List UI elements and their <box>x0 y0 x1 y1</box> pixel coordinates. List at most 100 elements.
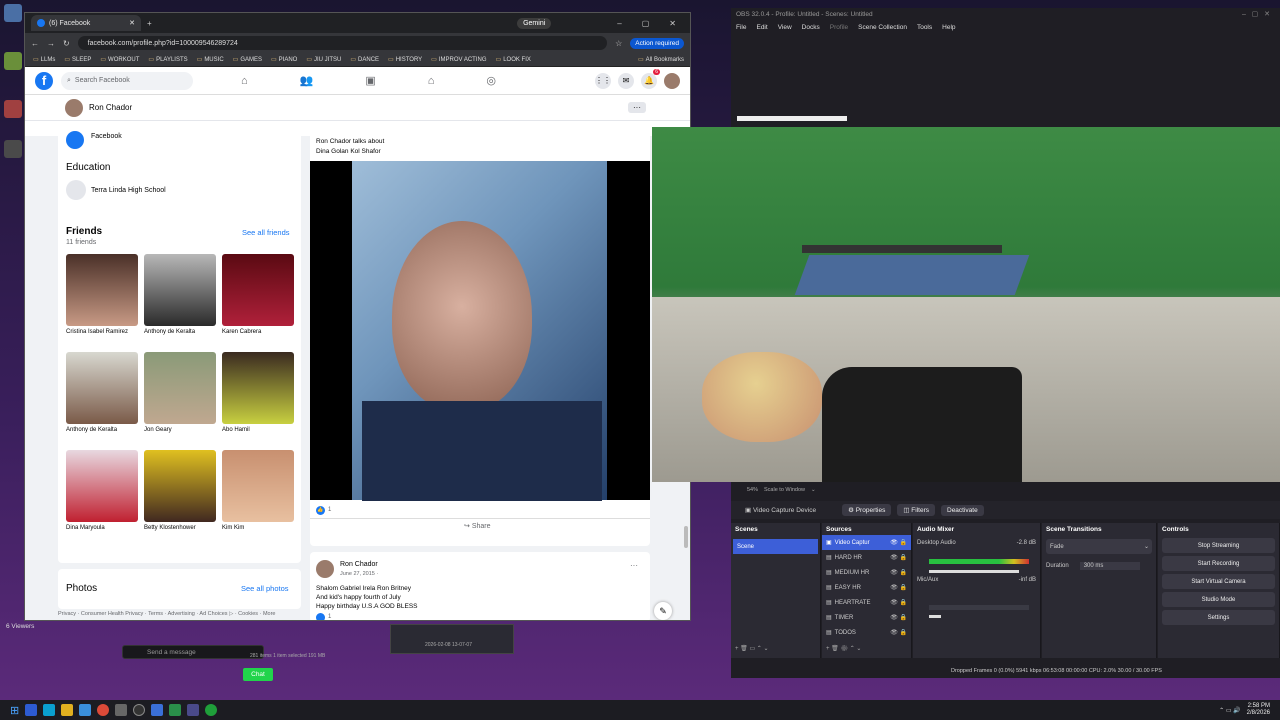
marketplace-icon[interactable]: ⌂ <box>428 75 435 87</box>
transition-select[interactable]: Fade ⌄ <box>1046 539 1152 554</box>
menu-grid-icon[interactable]: ⋮⋮ <box>595 72 611 89</box>
all-bookmarks[interactable]: All Bookmarks <box>638 56 684 63</box>
source-item[interactable]: ▤ TODOS 👁 🔒 <box>822 625 911 640</box>
taskbar-app-icon[interactable] <box>79 704 92 716</box>
bookmark[interactable]: JIU JITSU <box>306 56 341 63</box>
start-recording-button[interactable]: Start Recording <box>1162 556 1275 571</box>
scene-toolbar[interactable]: + 🗑 ▭ ⌃ ⌄ <box>731 641 769 656</box>
volume-slider[interactable] <box>929 570 1019 573</box>
settings-button[interactable]: Settings <box>1162 610 1275 625</box>
home-icon[interactable]: ⌂ <box>241 75 248 87</box>
source-item[interactable]: ▣ Video Captur 👁 🔒 <box>822 535 911 550</box>
friend-photo[interactable] <box>144 352 216 424</box>
duration-input[interactable]: 300 ms <box>1079 561 1140 570</box>
edge-icon[interactable] <box>43 704 56 716</box>
gemini-button[interactable]: Gemini <box>517 17 552 29</box>
friend-name[interactable]: Jon Geary <box>144 427 218 433</box>
tray-icons[interactable]: ⌃ ▭ 🔊 <box>1219 707 1241 714</box>
start-menu-icon[interactable]: ⊞ <box>10 704 19 717</box>
post-date[interactable]: June 27, 2015 · <box>340 571 378 577</box>
like-count[interactable]: 1 <box>328 507 331 513</box>
friend-name[interactable]: Dina Maryoula <box>66 525 140 531</box>
friend-photo[interactable] <box>66 254 138 326</box>
star-icon[interactable]: ☆ <box>615 39 622 48</box>
footer-links[interactable]: Privacy · Consumer Health Privacy · Term… <box>58 611 301 617</box>
stop-streaming-button[interactable]: Stop Streaming <box>1162 538 1275 553</box>
friend-name[interactable]: Karen Cabrera <box>222 329 296 335</box>
profile-name[interactable]: Ron Chador <box>89 103 132 112</box>
clock[interactable]: 2:58 PM 2/8/2026 <box>1247 703 1270 717</box>
friend-name[interactable]: Cristina Isabel Ramirez <box>66 329 140 335</box>
friend-name[interactable]: Kim Kim <box>222 525 296 531</box>
properties-button[interactable]: ⚙ Properties <box>842 504 892 516</box>
more-options-icon[interactable]: ··· <box>628 102 646 113</box>
avatar[interactable] <box>316 560 334 578</box>
bookmark[interactable]: LLMs <box>33 56 56 63</box>
obs-icon[interactable] <box>133 704 146 716</box>
zoom-value[interactable]: 54% <box>747 487 758 493</box>
bookmark[interactable]: PIANO <box>271 56 298 63</box>
friend-photo[interactable] <box>144 254 216 326</box>
minimize-icon[interactable]: – <box>617 19 621 28</box>
source-item[interactable]: ▤ HARD HR 👁 🔒 <box>822 550 911 565</box>
taskbar-app-icon[interactable] <box>115 704 128 716</box>
menu-item[interactable]: Docks <box>802 24 820 31</box>
taskbar-app-icon[interactable] <box>205 704 218 716</box>
avatar[interactable] <box>65 98 83 117</box>
reload-icon[interactable]: ↻ <box>63 39 70 48</box>
studio-mode-button[interactable]: Studio Mode <box>1162 592 1275 607</box>
bookmark[interactable]: LOOK FIX <box>496 56 531 63</box>
taskbar-app-icon[interactable] <box>169 704 182 716</box>
friend-photo[interactable] <box>222 254 294 326</box>
close-window-icon[interactable]: ✕ <box>669 19 676 28</box>
deactivate-button[interactable]: Deactivate <box>941 504 984 516</box>
friend-name[interactable]: Anthony de Keralta <box>66 427 140 433</box>
bookmark[interactable]: SLEEP <box>64 56 91 63</box>
back-icon[interactable]: ← <box>31 39 39 48</box>
maximize-icon[interactable]: ▢ <box>642 19 650 28</box>
friends-title[interactable]: Friends <box>66 226 102 237</box>
see-all-photos-link[interactable]: See all photos <box>241 584 289 593</box>
gaming-icon[interactable]: ◎ <box>486 74 496 87</box>
friend-name[interactable]: Betty Klostenhower <box>144 525 218 531</box>
bookmark[interactable]: HISTORY <box>388 56 422 63</box>
menu-item[interactable]: File <box>736 24 746 31</box>
friend-photo[interactable] <box>66 450 138 522</box>
menu-item[interactable]: Tools <box>917 24 932 31</box>
desktop-app-icon[interactable] <box>4 52 22 70</box>
friend-name[interactable]: Anthony de Keralta <box>144 329 218 335</box>
video-thumbnail[interactable] <box>390 624 514 654</box>
post-menu-icon[interactable]: ··· <box>630 561 638 570</box>
photos-title[interactable]: Photos <box>66 583 97 594</box>
friend-name[interactable]: Abo Hamil <box>222 427 296 433</box>
search-input[interactable]: ⌕ Search Facebook <box>61 71 193 90</box>
scrollbar-thumb[interactable] <box>684 526 688 548</box>
school-name[interactable]: Terra Linda High School <box>91 187 166 194</box>
friend-photo[interactable] <box>144 450 216 522</box>
bookmark[interactable]: PLAYLISTS <box>148 56 188 63</box>
source-item[interactable]: ▤ HEARTRATE 👁 🔒 <box>822 595 911 610</box>
source-toolbar-buttons[interactable]: + 🗑 ⚙ ⌃ ⌄ <box>822 641 861 656</box>
url-field[interactable]: facebook.com/profile.php?id=100009546289… <box>77 36 608 50</box>
file-explorer-icon[interactable] <box>61 704 74 716</box>
source-item[interactable]: ▤ EASY HR 👁 🔒 <box>822 580 911 595</box>
bookmark[interactable]: WORKOUT <box>100 56 139 63</box>
scale-select[interactable]: Scale to Window <box>764 487 805 493</box>
source-item[interactable]: ▤ TIMER 👁 🔒 <box>822 610 911 625</box>
chrome-icon[interactable] <box>97 704 110 716</box>
bookmark[interactable]: DANCE <box>350 56 379 63</box>
menu-item[interactable]: View <box>778 24 792 31</box>
forward-icon[interactable]: → <box>47 39 55 48</box>
friends-icon[interactable]: 👥 <box>300 74 314 87</box>
obs-window-controls[interactable]: – ▢ ✕ <box>1242 10 1270 18</box>
facebook-logo-icon[interactable]: f <box>35 71 53 90</box>
bookmark[interactable]: GAMES <box>233 56 262 63</box>
desktop-app-icon[interactable] <box>4 100 22 118</box>
new-tab-icon[interactable]: + <box>147 19 152 28</box>
post-author[interactable]: Ron Chador <box>340 561 378 568</box>
chat-button[interactable]: Chat <box>243 668 273 681</box>
friend-photo[interactable] <box>66 352 138 424</box>
taskbar-app-icon[interactable] <box>187 704 200 716</box>
send-message-input[interactable]: Send a message <box>122 645 264 659</box>
start-virtual-camera-button[interactable]: Start Virtual Camera <box>1162 574 1275 589</box>
